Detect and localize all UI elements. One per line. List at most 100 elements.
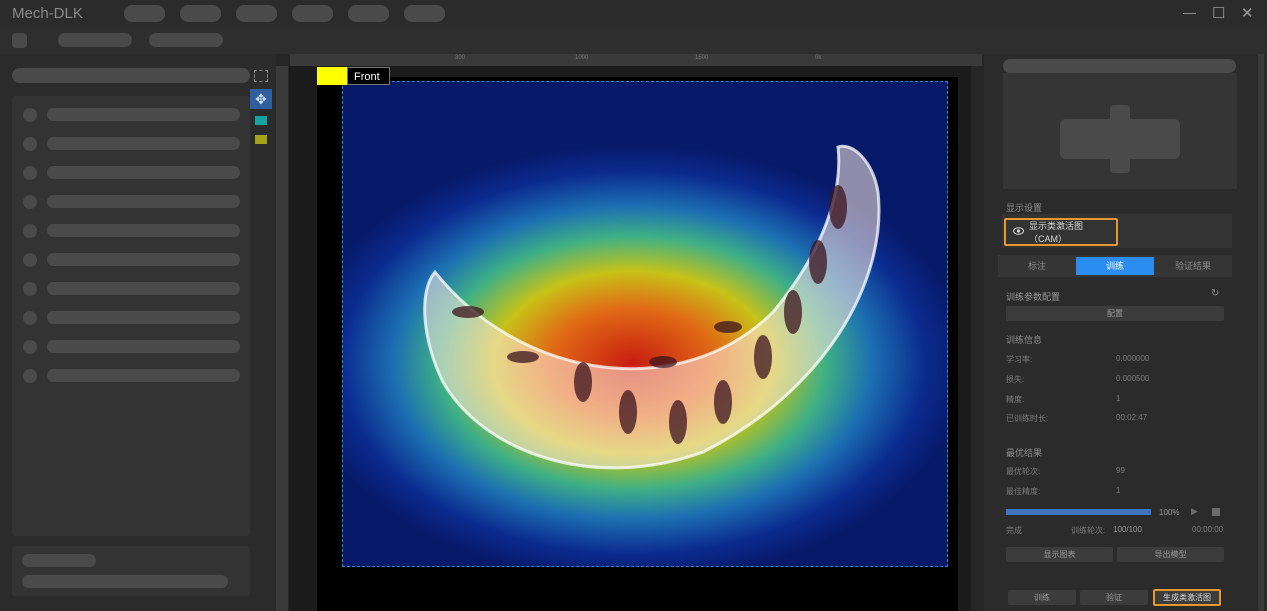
eye-icon bbox=[1013, 227, 1024, 237]
best-accuracy-label: 最佳精度: bbox=[1006, 487, 1041, 496]
reset-icon[interactable]: ↻ bbox=[1211, 288, 1219, 299]
toolbar bbox=[0, 28, 1267, 54]
tree-item-icon bbox=[23, 369, 37, 383]
progress-percent: 100% bbox=[1159, 508, 1180, 517]
tree-item[interactable] bbox=[47, 166, 240, 179]
tree-item[interactable] bbox=[47, 253, 240, 266]
loss-label: 损失: bbox=[1006, 375, 1025, 384]
label-color-cyan[interactable] bbox=[255, 116, 267, 125]
module-tabs: 标注 训练 验证结果 bbox=[998, 255, 1232, 277]
preview-shape-v bbox=[1110, 105, 1130, 173]
config-button[interactable]: 配置 bbox=[1006, 306, 1224, 321]
tab-label[interactable]: 标注 bbox=[998, 255, 1076, 277]
accuracy-value: 1 bbox=[1116, 394, 1121, 403]
label-name: Front bbox=[347, 67, 390, 85]
tab-validation-results[interactable]: 验证结果 bbox=[1154, 255, 1232, 277]
train-button[interactable]: 训练 bbox=[1008, 590, 1076, 605]
tree-item-icon bbox=[23, 108, 37, 122]
preview-panel bbox=[1003, 73, 1237, 189]
generate-cam-button[interactable]: 生成类激活图 bbox=[1153, 589, 1221, 606]
tree-item[interactable] bbox=[47, 369, 240, 382]
tool-column: ✥ bbox=[250, 66, 276, 611]
data-tree bbox=[12, 96, 250, 536]
ruler-tick-2: 1000 bbox=[575, 55, 589, 61]
best-result-heading: 最优结果 bbox=[1006, 448, 1043, 458]
menu-item-2[interactable] bbox=[180, 5, 221, 22]
left-bottom-item-1 bbox=[22, 554, 96, 567]
show-cam-label: 显示类激活图（CAM） bbox=[1029, 221, 1084, 244]
maximize-button[interactable]: ☐ bbox=[1212, 4, 1225, 22]
left-bottom-panel bbox=[12, 546, 250, 596]
title-bar: Mech-DLK — ☐ ✕ bbox=[0, 0, 1267, 28]
panel-scrollbar[interactable] bbox=[1258, 54, 1264, 611]
menu-item-6[interactable] bbox=[404, 5, 445, 22]
validate-button[interactable]: 验证 bbox=[1080, 590, 1148, 605]
tree-item[interactable] bbox=[47, 282, 240, 295]
stop-icon[interactable] bbox=[1212, 508, 1220, 516]
tree-item[interactable] bbox=[47, 224, 240, 237]
ruler-tick-3: 1500 bbox=[695, 55, 709, 61]
best-accuracy-value: 1 bbox=[1116, 486, 1121, 495]
tree-item[interactable] bbox=[47, 340, 240, 353]
tree-item[interactable] bbox=[47, 311, 240, 324]
epochs-value: 100/100 bbox=[1113, 525, 1142, 534]
train-config-heading: 训练参数配置 bbox=[1006, 292, 1061, 302]
show-chart-button[interactable]: 显示图表 bbox=[1006, 547, 1113, 562]
tree-item[interactable] bbox=[47, 108, 240, 121]
tree-item-icon bbox=[23, 253, 37, 267]
right-panel-header bbox=[1003, 59, 1236, 73]
minimize-button[interactable]: — bbox=[1183, 5, 1196, 20]
learning-rate-value: 0.000000 bbox=[1116, 354, 1150, 363]
tree-item-icon bbox=[23, 224, 37, 238]
progress-track bbox=[1006, 509, 1151, 515]
epochs-label: 训练轮次: bbox=[1071, 526, 1106, 535]
tree-item[interactable] bbox=[47, 137, 240, 150]
train-duration-value: 00:02:47 bbox=[1116, 413, 1148, 422]
loss-value: 0.000500 bbox=[1116, 374, 1150, 383]
left-bottom-item-2 bbox=[22, 575, 228, 588]
progress-time: 00:00:00 bbox=[1192, 525, 1224, 534]
move-tool-button[interactable]: ✥ bbox=[250, 89, 272, 109]
label-color-swatch bbox=[317, 67, 347, 85]
close-button[interactable]: ✕ bbox=[1241, 4, 1254, 22]
learning-rate-label: 学习率: bbox=[1006, 355, 1033, 364]
menu-item-5[interactable] bbox=[348, 5, 389, 22]
tree-item-icon bbox=[23, 195, 37, 209]
cam-heatmap-image bbox=[342, 81, 948, 567]
train-duration-label: 已训练时长: bbox=[1006, 414, 1049, 423]
app-title: Mech-DLK bbox=[12, 5, 83, 22]
tree-item-icon bbox=[23, 137, 37, 151]
ruler-left bbox=[276, 66, 288, 611]
toolbar-button-1[interactable] bbox=[58, 33, 132, 47]
part-shape bbox=[423, 144, 881, 470]
progress-fill bbox=[1006, 509, 1151, 515]
left-panel-header bbox=[12, 68, 250, 83]
best-epoch-label: 最优轮次: bbox=[1006, 467, 1041, 476]
show-cam-toggle[interactable]: 显示类激活图（CAM） bbox=[1004, 218, 1118, 246]
accuracy-label: 精度: bbox=[1006, 395, 1025, 404]
tree-item-icon bbox=[23, 311, 37, 325]
progress-status: 完成 bbox=[1006, 526, 1022, 535]
display-settings-heading: 显示设置 bbox=[1006, 203, 1043, 213]
best-epoch-value: 99 bbox=[1116, 466, 1125, 475]
export-model-button[interactable]: 导出模型 bbox=[1117, 547, 1224, 562]
ruler-tick-4: 0k bbox=[815, 55, 822, 61]
tree-item-icon bbox=[23, 282, 37, 296]
tree-item-icon bbox=[23, 166, 37, 180]
train-info-heading: 训练信息 bbox=[1006, 335, 1043, 345]
ruler-top: 300 1000 1500 0k bbox=[290, 54, 982, 66]
menu-item-1[interactable] bbox=[124, 5, 165, 22]
menu-item-3[interactable] bbox=[236, 5, 277, 22]
part-overlay bbox=[423, 144, 881, 470]
toolbar-icon-button[interactable] bbox=[12, 33, 27, 48]
ruler-tick-1: 300 bbox=[455, 55, 466, 61]
tree-item[interactable] bbox=[47, 195, 240, 208]
label-tag: Front bbox=[317, 67, 390, 85]
select-box-icon[interactable] bbox=[254, 70, 268, 82]
play-icon[interactable]: ▶ bbox=[1191, 506, 1198, 517]
tree-item-icon bbox=[23, 340, 37, 354]
menu-item-4[interactable] bbox=[292, 5, 333, 22]
toolbar-button-2[interactable] bbox=[149, 33, 223, 47]
tab-train[interactable]: 训练 bbox=[1076, 257, 1154, 275]
label-color-yellow[interactable] bbox=[255, 135, 267, 144]
